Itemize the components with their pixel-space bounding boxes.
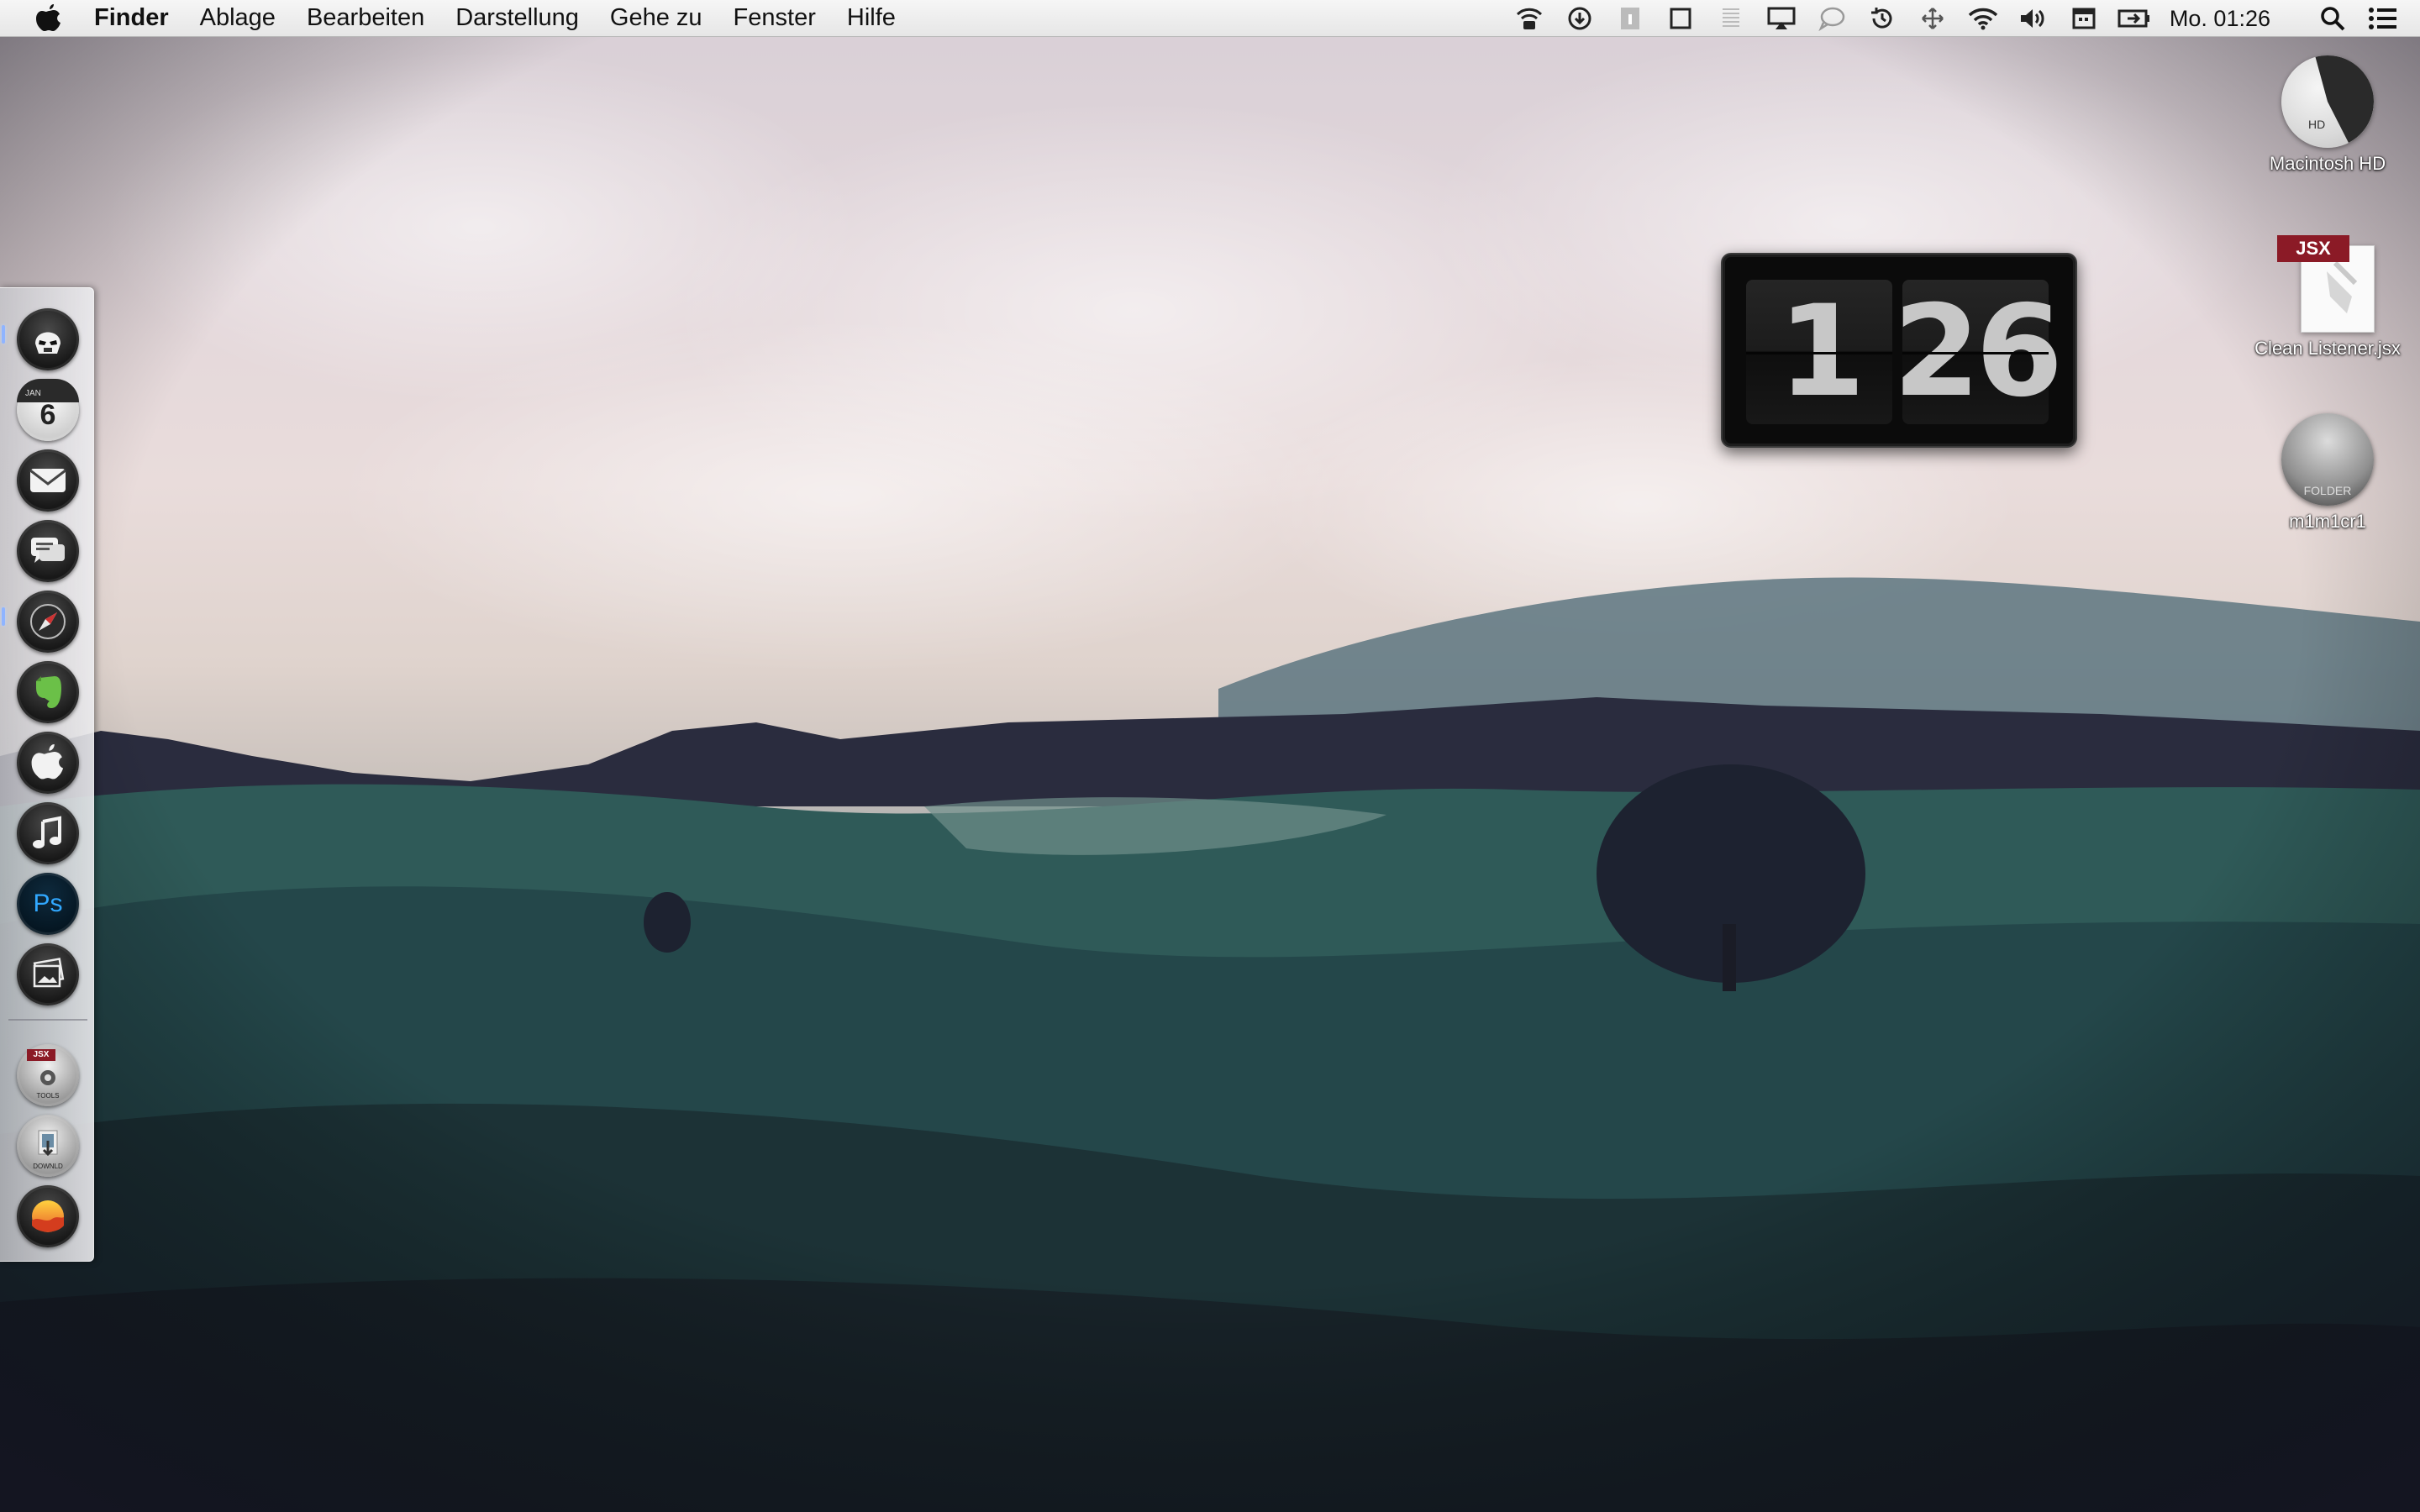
photos-icon <box>33 958 65 988</box>
flip-clock-widget[interactable]: 1 26 <box>1721 253 2077 448</box>
messages-icon <box>31 538 65 563</box>
dock-messages-app[interactable] <box>17 520 79 582</box>
tools-stack-icon <box>40 1070 55 1085</box>
desktop-item-folder[interactable]: FOLDER m1m1cr1 <box>2235 413 2420 533</box>
downloads-stack-label: DOWNLD <box>33 1163 63 1170</box>
desktop-item-clean-listener[interactable]: JSX Clean Listener.jsx <box>2235 235 2420 360</box>
spotlight-search-icon[interactable] <box>2316 2 2349 35</box>
wifi-broadcast-icon[interactable] <box>1512 2 1546 35</box>
hard-drive-icon: HD <box>2281 55 2374 148</box>
sunset-app-icon <box>32 1200 64 1232</box>
menubar-clock[interactable]: Mo. 01:26 <box>2170 6 2270 32</box>
menu-darstellung[interactable]: Darstellung <box>455 4 579 32</box>
dock-separator <box>8 1019 87 1021</box>
calendar-day: 6 <box>39 399 56 431</box>
dock-photos-app[interactable] <box>17 943 79 1005</box>
move-icon[interactable] <box>1916 2 1949 35</box>
menu-bearbeiten[interactable]: Bearbeiten <box>307 4 424 32</box>
jsx-badge: JSX <box>27 1049 55 1061</box>
evernote-icon <box>36 676 61 708</box>
notification-center-icon[interactable] <box>2366 2 2400 35</box>
volume-icon[interactable] <box>2017 2 2050 35</box>
time-machine-icon[interactable] <box>1865 2 1899 35</box>
dock-safari-app[interactable] <box>17 591 79 653</box>
mail-icon <box>29 469 66 492</box>
calendar-icon[interactable] <box>2067 2 2101 35</box>
dock-photoshop-app[interactable]: Ps <box>17 873 79 935</box>
status-area: Mo. 01:26 <box>1496 0 2400 37</box>
dock-tools-stack[interactable]: JSX TOOLS <box>17 1044 79 1106</box>
download-icon[interactable] <box>1563 2 1597 35</box>
photoshop-icon: Ps <box>33 890 63 917</box>
stormtrooper-icon <box>35 332 60 354</box>
menu-hilfe[interactable]: Hilfe <box>847 4 896 32</box>
dock-sunset-app[interactable] <box>17 1185 79 1247</box>
calendar-month: JAN <box>25 389 41 398</box>
running-indicator <box>2 607 5 626</box>
menu-gehe-zu[interactable]: Gehe zu <box>610 4 702 32</box>
desktop-item-label: m1m1cr1 <box>2289 511 2366 532</box>
dock-mail-app[interactable] <box>17 449 79 512</box>
dock-calendar-app[interactable]: JAN 6 <box>17 379 79 441</box>
downloads-stack-icon <box>38 1130 58 1157</box>
flip-clock-hour: 1 <box>1746 279 1892 425</box>
folder-icon: FOLDER <box>2281 413 2374 506</box>
dock-stormtrooper-app[interactable] <box>17 308 79 370</box>
airplay-icon[interactable] <box>1765 2 1798 35</box>
menu-bar: Finder Ablage Bearbeiten Darstellung Geh… <box>0 0 2420 37</box>
wifi-icon[interactable] <box>1966 2 2000 35</box>
desktop-item-label: Clean Listener.jsx <box>2254 338 2401 359</box>
chat-bubble-icon[interactable] <box>1815 2 1849 35</box>
menu-fenster[interactable]: Fenster <box>734 4 816 32</box>
itunes-music-icon <box>33 816 61 848</box>
square-icon[interactable] <box>1664 2 1697 35</box>
apple-logo-icon[interactable] <box>32 2 66 35</box>
desktop-item-label: Macintosh HD <box>2269 153 2386 174</box>
menu-ablage[interactable]: Ablage <box>200 4 276 32</box>
battery-icon[interactable] <box>2118 2 2151 35</box>
dock-apple-app[interactable] <box>17 732 79 794</box>
apple-icon <box>31 744 64 780</box>
folder-tag: FOLDER <box>2303 484 2352 497</box>
jsx-file-icon: JSX <box>2277 235 2378 333</box>
dock-evernote-app[interactable] <box>17 661 79 723</box>
jsx-badge: JSX <box>2277 235 2349 262</box>
desktop-wallpaper <box>0 0 2420 1512</box>
safari-compass-icon <box>30 604 66 639</box>
desktop-item-macintosh-hd[interactable]: HD Macintosh HD <box>2235 55 2420 175</box>
drive-tag: HD <box>2308 118 2326 131</box>
dock-downloads-stack[interactable]: DOWNLD <box>17 1115 79 1177</box>
dock-itunes-app[interactable] <box>17 802 79 864</box>
tools-stack-label: TOOLS <box>36 1092 60 1100</box>
flip-clock-minute: 26 <box>1892 279 2064 425</box>
running-indicator <box>2 325 5 344</box>
columns-icon[interactable] <box>1714 2 1748 35</box>
menu-finder[interactable]: Finder <box>94 4 169 32</box>
dock: JAN 6 Ps JSX TOOLS DOWNLD <box>0 287 94 1262</box>
info-icon[interactable] <box>1613 2 1647 35</box>
